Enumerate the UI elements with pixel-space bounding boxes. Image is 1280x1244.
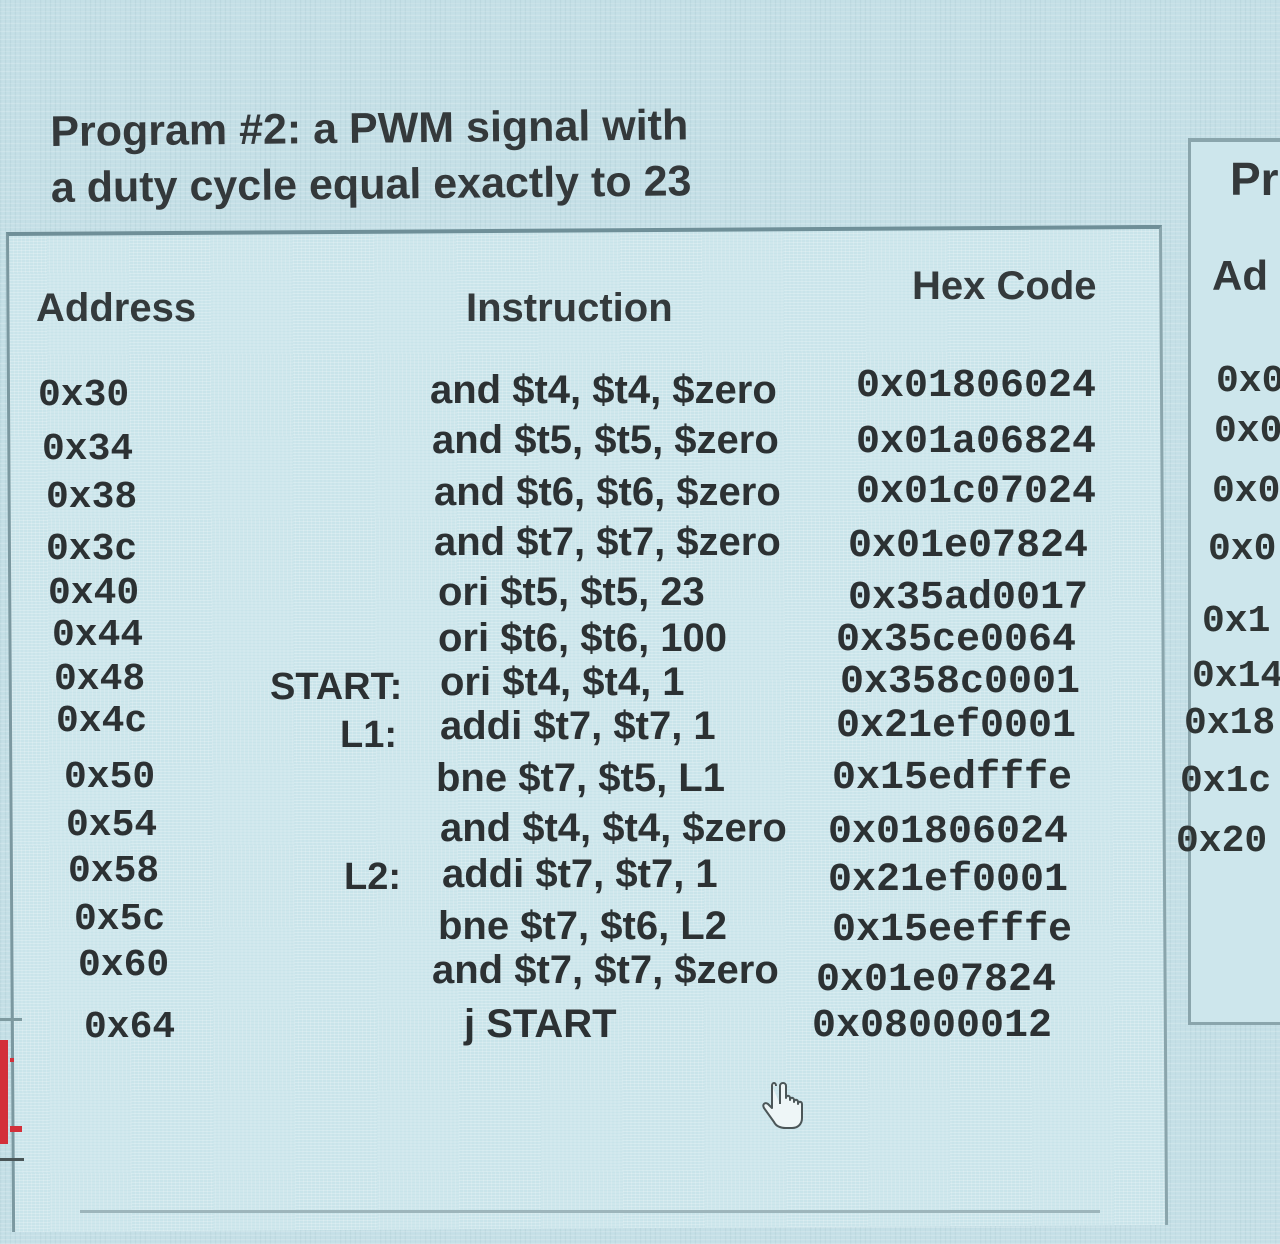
row-instruction: and $t7, $t7, $zero (432, 948, 779, 992)
row-label: L2: (344, 856, 401, 898)
panel-bottom-divider (80, 1210, 1100, 1213)
row-address: 0x54 (66, 804, 158, 847)
row-instruction: and $t4, $t4, $zero (430, 368, 777, 412)
row-instruction: and $t6, $t6, $zero (434, 470, 781, 514)
hand-pointer-icon (762, 1082, 803, 1129)
row-label: START: (270, 666, 403, 708)
right-panel-address: 0x1 (1202, 600, 1271, 643)
program-title-line-2: a duty cycle equal exactly to 23 (50, 157, 692, 212)
right-panel-title: Pr (1230, 153, 1279, 205)
row-address: 0x4c (56, 700, 148, 743)
right-panel-address: 0x18 (1184, 702, 1276, 745)
right-panel-address: 0x0 (1208, 528, 1277, 571)
row-instruction: addi $t7, $t7, 1 (440, 704, 716, 748)
right-panel-address: 0x0 (1216, 360, 1280, 403)
row-hex: 0x21ef0001 (828, 858, 1069, 903)
program-title: Program #2: a PWM signal with a duty cyc… (50, 96, 771, 216)
row-hex: 0x35ad0017 (848, 576, 1089, 621)
row-address: 0x30 (38, 374, 130, 417)
row-hex: 0x21ef0001 (836, 704, 1077, 749)
program-title-line-1: Program #2: a PWM signal with (50, 101, 689, 156)
column-header-hex-code: Hex Code (912, 264, 1097, 308)
right-panel-address: 0x0 (1212, 470, 1280, 513)
row-hex: 0x01806024 (856, 364, 1097, 409)
column-header-instruction: Instruction (466, 286, 673, 330)
row-instruction: and $t4, $t4, $zero (440, 806, 787, 850)
row-hex: 0x35ce0064 (836, 618, 1077, 663)
row-instruction: ori $t5, $t5, 23 (438, 570, 705, 614)
right-panel-address: 0x0 (1214, 410, 1280, 453)
row-address: 0x44 (52, 614, 144, 657)
row-hex: 0x01e07824 (848, 524, 1089, 569)
row-address: 0x64 (84, 1006, 176, 1049)
right-panel-address: 0x20 (1176, 820, 1268, 863)
row-address: 0x3c (46, 528, 138, 571)
row-instruction: ori $t6, $t6, 100 (438, 616, 728, 660)
row-address: 0x34 (42, 428, 134, 471)
row-address: 0x38 (46, 476, 138, 519)
row-hex: 0x15eefffe (832, 908, 1073, 953)
window-edge-marker (0, 1018, 24, 1161)
row-instruction: ori $t4, $t4, 1 (440, 660, 685, 704)
right-panel-address: 0x1c (1180, 760, 1272, 803)
row-instruction: bne $t7, $t5, L1 (436, 756, 725, 800)
row-hex: 0x08000012 (812, 1004, 1053, 1049)
row-address: 0x40 (48, 572, 140, 615)
row-instruction: bne $t7, $t6, L2 (438, 904, 727, 948)
row-instruction: addi $t7, $t7, 1 (442, 852, 718, 896)
row-address: 0x58 (68, 850, 160, 893)
row-hex: 0x01e07824 (816, 958, 1057, 1003)
right-panel-address: 0x14 (1192, 655, 1280, 698)
row-hex: 0x01a06824 (856, 420, 1097, 465)
row-label: L1: (340, 714, 397, 756)
row-address: 0x60 (78, 944, 170, 987)
row-address: 0x5c (74, 898, 166, 941)
row-hex: 0x358c0001 (840, 660, 1081, 705)
row-instruction: and $t5, $t5, $zero (432, 418, 779, 462)
row-hex: 0x01c07024 (856, 470, 1097, 515)
column-header-address: Address (36, 286, 197, 330)
row-instruction: and $t7, $t7, $zero (434, 520, 781, 564)
row-address: 0x48 (54, 658, 146, 701)
row-hex: 0x01806024 (828, 810, 1069, 855)
right-panel-address-header: Ad (1212, 252, 1268, 299)
row-instruction: j START (464, 1002, 617, 1046)
row-address: 0x50 (64, 756, 156, 799)
row-hex: 0x15edfffe (832, 756, 1073, 801)
